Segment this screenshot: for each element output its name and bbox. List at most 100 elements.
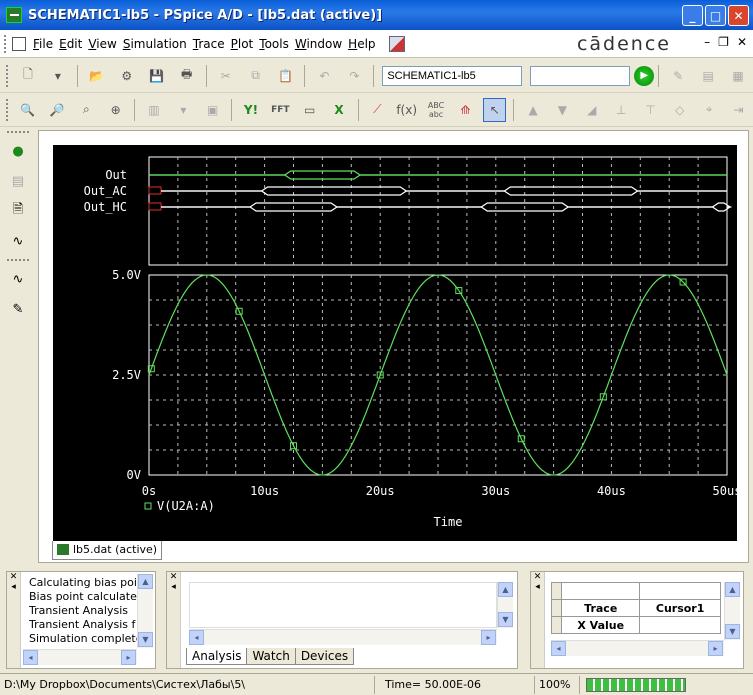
waveform-settings-icon[interactable]: ∿ <box>6 229 30 253</box>
xvalue-label: X Value <box>561 616 641 634</box>
panel-close-icon[interactable]: ✕ <box>7 572 20 582</box>
waveform-tab-icon <box>57 544 69 555</box>
edit-profile-icon[interactable]: ✎ <box>666 64 690 88</box>
zoom-in-icon[interactable]: 🔍 <box>16 98 39 122</box>
document-icon[interactable] <box>12 36 26 51</box>
text-label-button[interactable]: ABC abc <box>424 98 447 122</box>
toolbar-grip[interactable] <box>6 64 9 87</box>
cursor-trace-icon[interactable]: ⟋ <box>366 98 389 122</box>
cursor-min-icon[interactable]: ⊥ <box>609 98 632 122</box>
bias-points-icon[interactable]: ▦ <box>726 64 750 88</box>
digital-trace-label: Out_AC <box>84 184 127 198</box>
cursor-search-icon[interactable]: ⌖ <box>697 98 720 122</box>
copy-icon[interactable]: ⧉ <box>244 64 268 88</box>
fft-button[interactable]: FFT <box>269 98 292 122</box>
panel2-close-icon[interactable]: ✕ <box>167 572 180 582</box>
digital-unknown-marker <box>148 186 162 195</box>
new-dropdown-icon[interactable]: ▾ <box>46 64 70 88</box>
menu-file[interactable]: File <box>30 37 56 51</box>
watch-list[interactable] <box>189 582 497 628</box>
watch-hscroll[interactable]: ◂ ▸ <box>189 629 497 645</box>
menu-window[interactable]: Window <box>292 37 345 51</box>
mdi-close-button[interactable]: ✕ <box>737 35 747 49</box>
pspice-app-icon[interactable] <box>6 7 22 23</box>
minimize-button[interactable]: _ <box>682 5 703 26</box>
mdi-minimize-button[interactable]: – <box>704 35 710 49</box>
probe-cursor-panel: ✕ ◂ Trace Cursor1 X Value ▲ ▼ ◂ ▸ <box>530 571 744 669</box>
window-switch-icon[interactable] <box>388 35 405 52</box>
menu-tools[interactable]: Tools <box>256 37 292 51</box>
plot-area[interactable]: 5.0V 2.5V 0V0s 10us 20us 30us 40us 50us Out Out_A… <box>53 145 741 541</box>
add-trace-icon[interactable]: Y! <box>239 98 262 122</box>
run-waveform-icon[interactable]: ∿ <box>6 267 30 291</box>
performance-analysis-icon[interactable]: ▭ <box>298 98 321 122</box>
tab-watch[interactable]: Watch <box>246 648 296 665</box>
mdi-restore-button[interactable]: ❐ <box>718 35 729 49</box>
log-hscroll[interactable]: ◂ ▸ <box>23 649 137 665</box>
open-simulation-icon[interactable]: ⚙ <box>115 64 139 88</box>
cursor-hscroll[interactable]: ◂ ▸ <box>551 640 724 656</box>
log-vscroll[interactable]: ▲ ▼ <box>137 574 153 648</box>
panel3-close-icon[interactable]: ✕ <box>531 572 544 582</box>
cursor-table: Trace Cursor1 X Value <box>550 582 721 634</box>
cursor-max-icon[interactable]: ⊤ <box>639 98 662 122</box>
panel3-left-icon[interactable]: ◂ <box>531 582 544 592</box>
run-simulation-button[interactable]: ▶ <box>634 65 655 86</box>
view-netlist-icon[interactable]: ▤ <box>696 64 720 88</box>
simulation-message-icon[interactable]: ● <box>6 139 30 163</box>
panel2-left-icon[interactable]: ◂ <box>167 582 180 592</box>
simulation-profile-select[interactable] <box>382 65 523 86</box>
zoom-fit-icon[interactable]: ⊕ <box>104 98 127 122</box>
cursor-vscroll[interactable]: ▲ ▼ <box>724 582 740 640</box>
trace-header: Trace <box>561 599 641 617</box>
menu-simulation[interactable]: Simulation <box>120 37 190 51</box>
edit-waveform-icon[interactable]: ✎ <box>6 297 30 321</box>
cursor-trough-icon[interactable]: ▼ <box>551 98 574 122</box>
menu-plot[interactable]: Plot <box>228 37 257 51</box>
menu-edit[interactable]: Edit <box>56 37 85 51</box>
tab-analysis[interactable]: Analysis <box>186 648 248 665</box>
paste-icon[interactable]: 📋 <box>274 64 298 88</box>
cursor-peak-icon[interactable]: ▲ <box>521 98 544 122</box>
search-field[interactable] <box>530 65 631 86</box>
waveform-chart: 5.0V 2.5V 0V0s 10us 20us 30us 40us 50us Out Out_A… <box>84 156 741 529</box>
zoom-area-icon[interactable]: ⌕ <box>75 98 98 122</box>
watch-vscroll[interactable]: ▲ ▼ <box>497 582 513 628</box>
menu-view[interactable]: View <box>85 37 119 51</box>
cursor-next-icon[interactable]: ⇥ <box>727 98 750 122</box>
menu-grip[interactable] <box>4 34 8 53</box>
log-axis-dropdown-icon[interactable]: ▾ <box>172 98 195 122</box>
excel-export-icon[interactable]: X <box>327 98 350 122</box>
print-icon[interactable]: 🖶 <box>175 64 199 88</box>
tab-lb5-dat[interactable]: lb5.dat (active) <box>52 541 163 560</box>
redo-icon[interactable]: ↷ <box>342 64 366 88</box>
log-line: Transient Analysis f <box>29 618 136 631</box>
eval-function-icon[interactable]: f(x) <box>395 98 418 122</box>
view-output-icon[interactable]: 🗎 <box>6 199 30 223</box>
cursor-slope-icon[interactable]: ◢ <box>580 98 603 122</box>
tab-devices[interactable]: Devices <box>294 648 355 665</box>
standard-toolbar: 🗋 ▾ 📂 ⚙ 💾 🖶 ✂ ⧉ 📋 ↶ ↷ ▶ ✎ ▤ ▦ <box>0 59 753 93</box>
save-icon[interactable]: 💾 <box>145 64 169 88</box>
menu-trace[interactable]: Trace <box>190 37 228 51</box>
probe-plot-window: 5.0V 2.5V 0V0s 10us 20us 30us 40us 50us Out Out_A… <box>38 130 749 563</box>
mark-data-icon[interactable]: ⟰ <box>454 98 477 122</box>
undo-icon[interactable]: ↶ <box>312 64 336 88</box>
cursor-point-icon[interactable]: ◇ <box>668 98 691 122</box>
output-file-icon[interactable]: ▤ <box>6 169 30 193</box>
panel-left-icon[interactable]: ◂ <box>7 582 20 592</box>
new-icon[interactable]: 🗋 <box>16 64 40 88</box>
menu-help[interactable]: Help <box>345 37 378 51</box>
open-folder-icon[interactable]: 📂 <box>85 64 109 88</box>
copy-plot-icon[interactable]: ▣ <box>201 98 224 122</box>
digital-trace-line <box>161 190 727 196</box>
zoom-out-icon[interactable]: 🔎 <box>45 98 68 122</box>
status-path: D:\My Dropbox\Documents\Систех\Лабы\5\ <box>0 675 375 694</box>
select-pointer-icon[interactable]: ↖ <box>483 97 507 122</box>
log-axis-icon[interactable]: ▥ <box>142 98 165 122</box>
maximize-button[interactable]: □ <box>705 5 726 26</box>
cut-icon[interactable]: ✂ <box>214 64 238 88</box>
close-button[interactable]: ✕ <box>728 5 749 26</box>
toolbar-grip-2[interactable] <box>6 98 9 121</box>
x-tick-label: 10us <box>250 484 279 498</box>
